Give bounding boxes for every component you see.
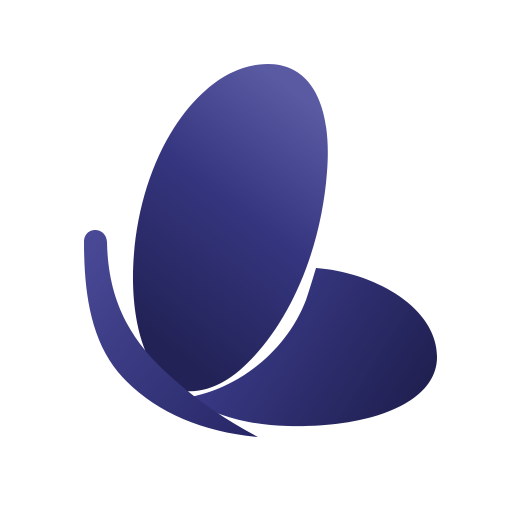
butterfly-logo-icon [84,64,438,437]
logo-canvas [0,0,512,512]
